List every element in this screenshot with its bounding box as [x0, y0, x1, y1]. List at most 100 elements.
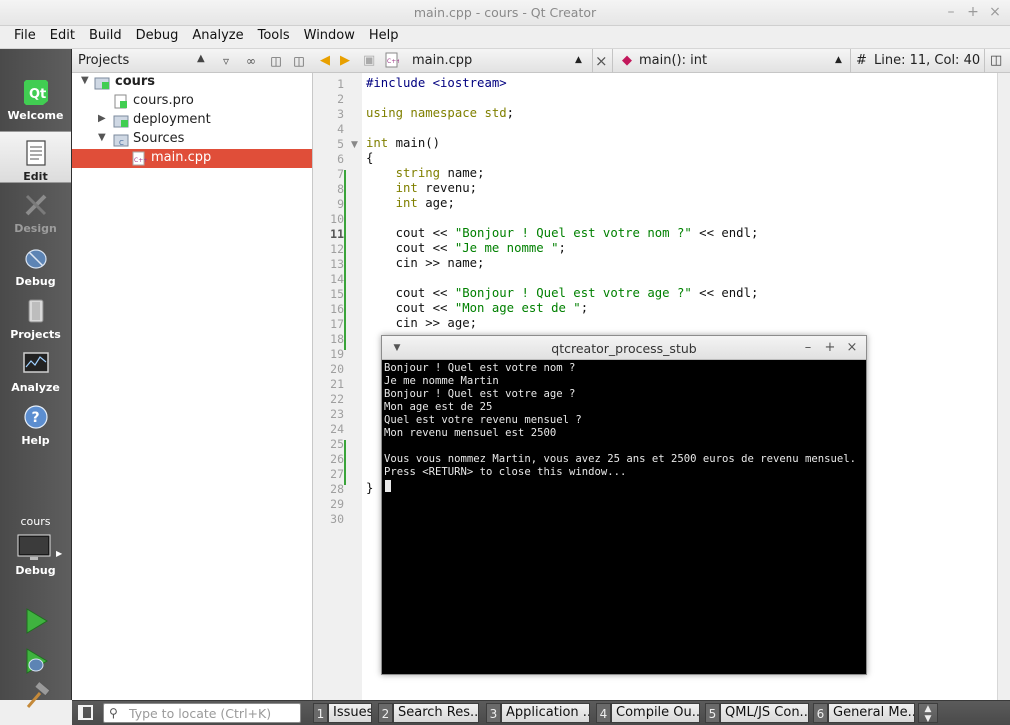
- maximize-button[interactable]: +: [964, 3, 982, 21]
- expand-arrow-icon[interactable]: ▼: [81, 75, 89, 86]
- qt-project-icon: [94, 77, 110, 90]
- link-editor-icon[interactable]: ∞: [242, 52, 260, 70]
- tree-item-label: deployment: [133, 112, 211, 127]
- start-debugging-button[interactable]: [20, 645, 52, 677]
- close-window-button[interactable]: ×: [986, 3, 1004, 21]
- chevron-updown-icon[interactable]: ▲: [197, 53, 205, 64]
- tree-item-label: cours.pro: [133, 93, 194, 108]
- mode-analyze[interactable]: Analyze: [0, 343, 71, 395]
- code-token: cout <<: [366, 286, 455, 300]
- symbol-select[interactable]: main(): int: [639, 53, 707, 68]
- terminal-cursor: [385, 480, 391, 492]
- tree-item-cours[interactable]: ▼ cours: [72, 73, 312, 92]
- chevron-updown-icon[interactable]: ▲: [835, 55, 842, 65]
- split-editor-icon[interactable]: ◫: [990, 53, 1002, 68]
- expand-arrow-icon[interactable]: ▼: [98, 132, 106, 143]
- line-number: 1: [337, 77, 344, 91]
- lock-icon: ▣: [363, 53, 376, 68]
- code-line: cin >> name;: [366, 256, 485, 270]
- tab-number: 1: [313, 703, 328, 723]
- mode-design[interactable]: Design: [0, 184, 71, 236]
- code-line: cout << "Mon age est de ";: [366, 301, 589, 315]
- close-document-icon[interactable]: ×: [595, 52, 608, 70]
- locator-input[interactable]: ⚲ Type to locate (Ctrl+K): [103, 703, 301, 723]
- minimize-button[interactable]: –: [942, 3, 960, 21]
- tree-item-main-cpp[interactable]: C++ main.cpp: [72, 149, 312, 168]
- tab-label: Search Res...: [393, 703, 479, 723]
- menu-debug[interactable]: Debug: [130, 26, 185, 48]
- line-number: 25: [330, 437, 344, 451]
- collapse-arrow-icon[interactable]: ▶: [98, 113, 106, 124]
- close-panel-icon[interactable]: ◫: [290, 52, 308, 70]
- tree-item-deployment[interactable]: ▶ deployment: [72, 111, 312, 130]
- mode-edit[interactable]: Edit: [0, 131, 71, 183]
- menu-build[interactable]: Build: [83, 26, 128, 48]
- cpp-file-icon: C++: [385, 52, 399, 68]
- code-token: {: [366, 151, 374, 165]
- window-title: main.cpp - cours - Qt Creator: [413, 5, 597, 20]
- build-hammer-button[interactable]: [20, 681, 52, 713]
- terminal-line: Bonjour ! Quel est votre age ?: [384, 388, 576, 400]
- toggle-sidebar-icon[interactable]: [78, 705, 93, 720]
- code-token: "Je me nomme ": [454, 241, 559, 255]
- menu-file[interactable]: File: [8, 26, 42, 48]
- mode-debug[interactable]: Debug: [0, 237, 71, 289]
- kit-selector[interactable]: cours Debug: [0, 515, 71, 577]
- close-button[interactable]: ×: [843, 339, 861, 357]
- filter-icon[interactable]: ▿: [217, 52, 235, 70]
- tab-label: QML/JS Con...: [720, 703, 809, 723]
- output-tab-issues[interactable]: 1 Issues: [313, 703, 372, 723]
- minimize-button[interactable]: –: [799, 339, 817, 357]
- code-token: name;: [440, 166, 485, 180]
- svg-text:C++: C++: [134, 157, 147, 164]
- more-panes-button[interactable]: ▲ ▼: [918, 703, 938, 724]
- output-tab-qml-js-console[interactable]: 5 QML/JS Con...: [705, 703, 809, 723]
- menu-window[interactable]: Window: [298, 26, 361, 48]
- line-number: 12: [330, 242, 344, 256]
- run-button[interactable]: [20, 605, 52, 637]
- line-number: 10: [330, 212, 344, 226]
- tree-item-sources[interactable]: ▼ C Sources: [72, 130, 312, 149]
- symbol-icon: ◆: [622, 53, 632, 68]
- code-line: {: [366, 151, 373, 165]
- go-forward-icon[interactable]: ▶: [340, 53, 350, 68]
- menu-analyze[interactable]: Analyze: [186, 26, 249, 48]
- menu-edit[interactable]: Edit: [44, 26, 81, 48]
- open-document-select[interactable]: main.cpp: [412, 53, 472, 68]
- output-tab-compile-output[interactable]: 4 Compile Ou...: [596, 703, 700, 723]
- tree-item-cours-pro[interactable]: cours.pro: [72, 92, 312, 111]
- qt-pro-file-icon: [114, 94, 127, 109]
- go-back-icon[interactable]: ◀: [320, 53, 330, 68]
- tab-label: Issues: [328, 703, 372, 723]
- menu-help[interactable]: Help: [363, 26, 405, 48]
- output-tab-application-output[interactable]: 3 Application ...: [486, 703, 590, 723]
- output-tab-search-results[interactable]: 2 Search Res...: [378, 703, 479, 723]
- menu-tools[interactable]: Tools: [252, 26, 296, 48]
- line-number: 5: [337, 137, 344, 151]
- chevron-updown-icon[interactable]: ▲: [575, 55, 582, 65]
- mode-welcome[interactable]: Qt Welcome: [0, 71, 71, 123]
- terminal-window[interactable]: ▼ qtcreator_process_stub – + × Bonjour !…: [381, 335, 867, 675]
- terminal-title-bar[interactable]: ▼ qtcreator_process_stub – + ×: [382, 336, 866, 360]
- line-number: 9: [337, 197, 344, 211]
- code-token: ;: [580, 301, 589, 315]
- fold-marker-icon[interactable]: ▼: [351, 140, 358, 150]
- code-token: int: [395, 196, 418, 210]
- mode-help[interactable]: ? Help: [0, 396, 71, 448]
- mode-projects[interactable]: Projects: [0, 290, 71, 342]
- maximize-button[interactable]: +: [821, 339, 839, 357]
- terminal-output[interactable]: Bonjour ! Quel est votre nom ? Je me nomm…: [384, 362, 864, 672]
- line-number: 18: [330, 332, 344, 346]
- mode-bar: Qt Welcome Edit Design Debug Projects An…: [0, 49, 72, 708]
- projects-view-select[interactable]: Projects: [78, 53, 129, 68]
- vertical-scrollbar[interactable]: [997, 73, 1010, 700]
- cursor-position[interactable]: Line: 11, Col: 40: [874, 53, 980, 68]
- line-number: 22: [330, 392, 344, 406]
- mode-label: Debug: [15, 275, 56, 288]
- code-token: << endl;: [691, 286, 759, 300]
- code-token: cout <<: [366, 226, 455, 240]
- split-panel-icon[interactable]: ◫: [267, 52, 285, 70]
- output-tab-general-messages[interactable]: 6 General Me...: [813, 703, 915, 723]
- line-number: 24: [330, 422, 344, 436]
